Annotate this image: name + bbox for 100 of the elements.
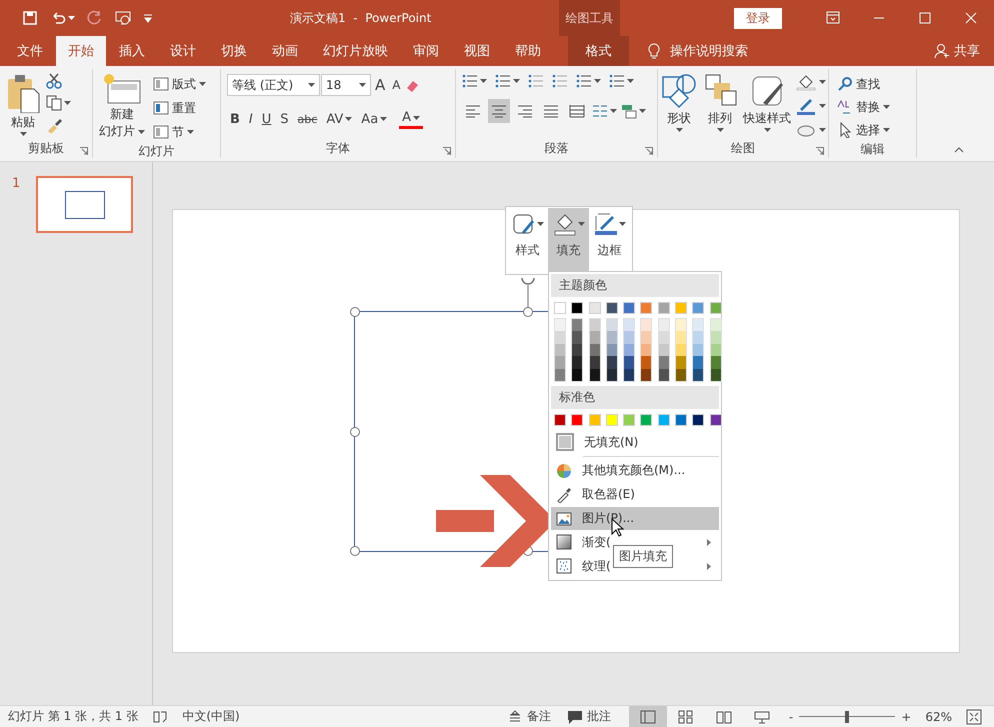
redo-icon[interactable] xyxy=(87,10,103,26)
color-swatch[interactable] xyxy=(692,302,704,314)
select-button[interactable]: 选择 xyxy=(835,119,892,141)
zoom-out-button[interactable]: - xyxy=(788,710,794,724)
text-direction-icon[interactable] xyxy=(609,73,625,89)
arrange-button[interactable]: 排列 xyxy=(702,73,738,132)
replace-button[interactable]: 替换 xyxy=(835,96,892,118)
color-swatch[interactable] xyxy=(554,302,566,314)
color-swatch[interactable] xyxy=(658,344,669,356)
color-swatch[interactable] xyxy=(710,302,722,314)
color-swatch[interactable] xyxy=(624,318,634,332)
color-swatch[interactable] xyxy=(710,331,721,344)
bullets-icon[interactable] xyxy=(462,73,478,89)
paste-button[interactable]: 粘贴 xyxy=(6,73,40,136)
columns-icon[interactable] xyxy=(592,103,608,119)
mini-toolbar-button[interactable]: 填充 xyxy=(548,208,589,273)
font-color-button[interactable]: A xyxy=(399,109,424,129)
ribbon-tab[interactable]: 帮助 xyxy=(503,36,553,66)
normal-view-button[interactable] xyxy=(628,706,667,727)
color-swatch[interactable] xyxy=(693,368,704,382)
comments-button[interactable]: 批注 xyxy=(586,708,611,725)
format-button[interactable]: abc xyxy=(294,107,320,131)
ribbon-tab[interactable]: 设计 xyxy=(158,36,208,66)
format-button[interactable]: AV xyxy=(323,107,356,131)
color-swatch[interactable] xyxy=(572,356,582,369)
menu-item-label[interactable]: 取色器(E) xyxy=(582,486,635,504)
zoom-percent[interactable]: 62% xyxy=(925,710,952,724)
dialog-launcher-icon[interactable] xyxy=(645,147,653,155)
ribbon-command[interactable]: 重置 xyxy=(151,97,198,119)
color-swatch[interactable] xyxy=(572,368,582,382)
color-swatch[interactable] xyxy=(590,356,600,369)
dialog-launcher-icon[interactable] xyxy=(816,147,824,155)
color-swatch[interactable] xyxy=(606,344,617,356)
zoom-slider-thumb[interactable] xyxy=(845,710,850,722)
find-button[interactable]: 查找 xyxy=(835,73,882,95)
resize-handle[interactable] xyxy=(350,546,360,556)
line-spacing-icon[interactable] xyxy=(576,73,592,89)
ribbon-tab[interactable]: 插入 xyxy=(107,36,157,66)
color-swatch[interactable] xyxy=(641,318,652,332)
scissors-icon[interactable] xyxy=(46,73,62,89)
color-swatch[interactable] xyxy=(676,331,686,344)
color-swatch[interactable] xyxy=(571,414,584,426)
format-button[interactable]: B xyxy=(227,107,243,131)
color-swatch[interactable] xyxy=(641,331,652,344)
color-swatch[interactable] xyxy=(572,331,582,344)
color-swatch[interactable] xyxy=(676,344,686,356)
lightbulb-icon[interactable] xyxy=(646,43,662,59)
menu-item-label[interactable]: 渐变( xyxy=(582,534,611,551)
ribbon-command[interactable]: 版式 xyxy=(151,73,208,95)
color-swatch[interactable] xyxy=(590,331,600,344)
share-button[interactable]: 共享 xyxy=(954,42,980,60)
color-swatch[interactable] xyxy=(693,318,704,332)
color-swatch[interactable] xyxy=(555,331,565,344)
ribbon-command[interactable]: 节 xyxy=(151,121,196,143)
color-swatch[interactable] xyxy=(623,302,636,314)
color-swatch[interactable] xyxy=(693,331,704,344)
format-button[interactable]: S xyxy=(277,107,292,131)
color-swatch[interactable] xyxy=(624,331,634,344)
resize-handle[interactable] xyxy=(350,426,360,436)
color-swatch[interactable] xyxy=(658,318,669,332)
grow-font-button[interactable]: A xyxy=(372,73,388,97)
zoom-in-button[interactable]: + xyxy=(901,710,912,724)
spell-check-icon[interactable] xyxy=(152,708,168,724)
format-button[interactable]: I xyxy=(246,107,256,131)
color-swatch[interactable] xyxy=(588,302,601,314)
color-swatch[interactable] xyxy=(710,368,721,382)
color-swatch[interactable] xyxy=(606,331,617,344)
smartart-icon[interactable] xyxy=(621,103,637,119)
resize-handle[interactable] xyxy=(350,307,360,317)
ribbon-tab[interactable]: 开始 xyxy=(56,36,106,66)
numbering-icon[interactable] xyxy=(495,73,511,89)
format-button[interactable]: U xyxy=(258,107,274,131)
dialog-launcher-icon[interactable] xyxy=(80,147,88,155)
slide-thumbnail[interactable] xyxy=(36,176,133,233)
presentation-icon[interactable] xyxy=(115,10,131,26)
color-swatch[interactable] xyxy=(710,356,721,369)
color-swatch[interactable] xyxy=(641,368,652,382)
dialog-launcher-icon[interactable] xyxy=(443,147,451,155)
color-swatch[interactable] xyxy=(555,368,565,382)
menu-item-label[interactable]: 其他填充颜色(M)... xyxy=(582,462,686,480)
fill-bucket-icon[interactable] xyxy=(796,73,816,91)
tell-me-search[interactable]: 操作说明搜索 xyxy=(670,42,748,60)
color-swatch[interactable] xyxy=(572,318,582,332)
color-swatch[interactable] xyxy=(555,344,565,356)
color-swatch[interactable] xyxy=(623,414,636,426)
color-swatch[interactable] xyxy=(693,356,704,369)
ribbon-tab[interactable]: 幻灯片放映 xyxy=(311,36,400,66)
color-swatch[interactable] xyxy=(572,344,582,356)
color-swatch[interactable] xyxy=(624,368,634,382)
shrink-font-button[interactable]: A xyxy=(389,73,404,97)
align-center-button[interactable] xyxy=(488,99,510,123)
ribbon-tab[interactable]: 切换 xyxy=(209,36,259,66)
color-swatch[interactable] xyxy=(588,414,601,426)
color-swatch[interactable] xyxy=(590,344,600,356)
resize-handle[interactable] xyxy=(523,307,533,317)
color-swatch[interactable] xyxy=(624,356,634,369)
ribbon-tab[interactable]: 视图 xyxy=(452,36,502,66)
quick-styles-button[interactable]: 快速样式 xyxy=(743,73,791,132)
language-label[interactable]: 中文(中国) xyxy=(182,708,240,725)
color-swatch[interactable] xyxy=(710,318,721,332)
